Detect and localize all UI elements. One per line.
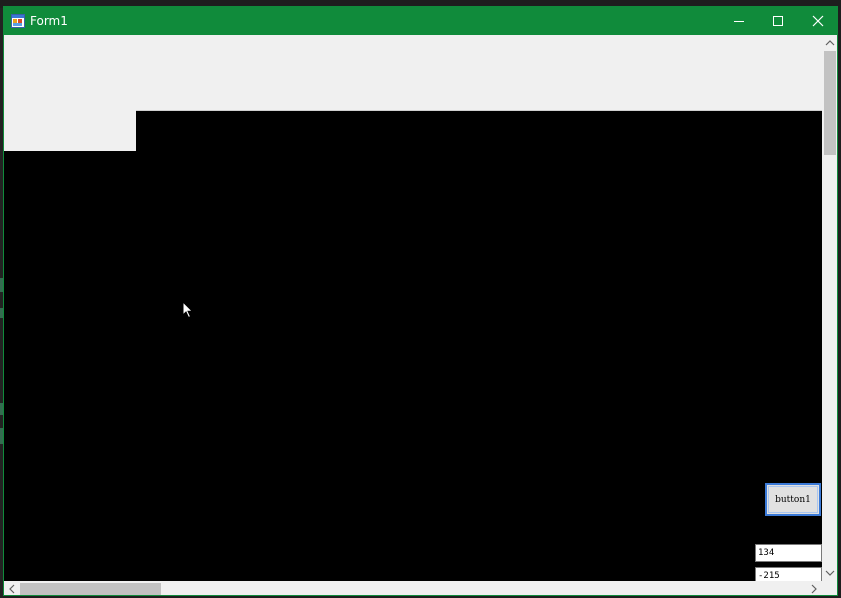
drawing-canvas-top[interactable] (136, 111, 822, 151)
minimize-icon (734, 21, 744, 22)
horizontal-scrollbar[interactable] (4, 581, 822, 595)
scroll-right-arrow-icon[interactable] (810, 584, 818, 594)
form1-window: Form1 button1 134 -215 (3, 6, 838, 596)
close-icon (812, 15, 824, 27)
window-title: Form1 (30, 14, 68, 28)
mouse-pointer-icon (182, 300, 194, 324)
drawing-canvas[interactable] (4, 151, 822, 581)
button1[interactable]: button1 (765, 483, 821, 516)
maximize-button[interactable] (758, 7, 798, 35)
maximize-icon (773, 16, 783, 26)
size-grip[interactable] (822, 581, 837, 595)
client-area: button1 134 -215 (4, 35, 822, 581)
minimize-button[interactable] (719, 7, 759, 35)
horizontal-scroll-thumb[interactable] (20, 583, 161, 595)
scroll-up-arrow-icon[interactable] (825, 39, 835, 47)
vertical-scrollbar[interactable] (822, 35, 837, 581)
close-button[interactable] (798, 7, 837, 35)
title-bar[interactable]: Form1 (4, 7, 837, 35)
scroll-left-arrow-icon[interactable] (8, 584, 16, 594)
value-field-2[interactable]: -215 (755, 567, 822, 581)
vertical-scroll-thumb[interactable] (824, 51, 836, 155)
app-icon (11, 14, 25, 28)
scroll-down-arrow-icon[interactable] (825, 569, 835, 577)
value-field-1[interactable]: 134 (755, 544, 822, 562)
